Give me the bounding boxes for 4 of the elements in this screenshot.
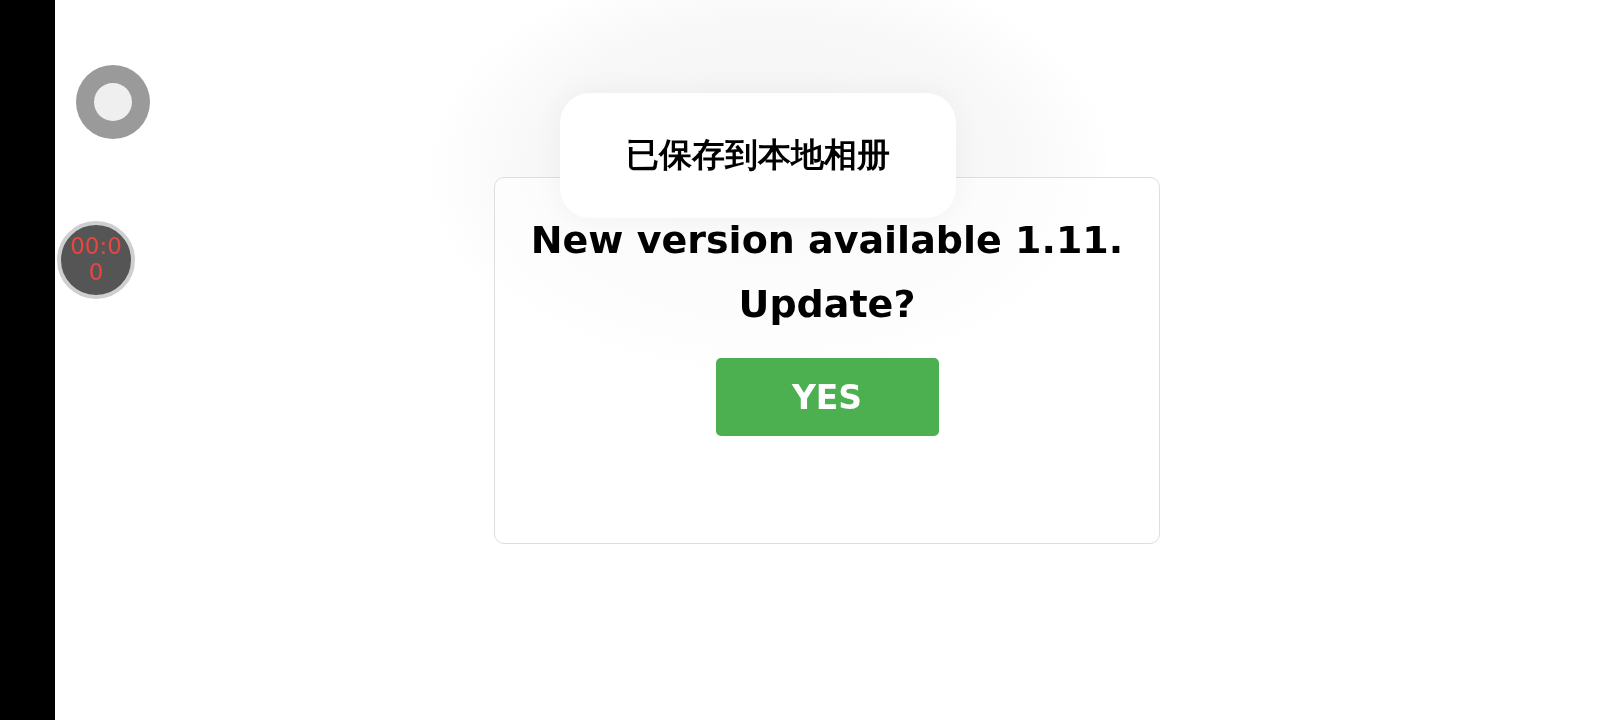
timer: 00:00 [57, 221, 135, 299]
yes-button[interactable]: YES [715, 358, 939, 436]
toast: 已保存到本地相册 [560, 93, 956, 218]
dialog-message: New version available 1.11. Update? [529, 217, 1125, 328]
